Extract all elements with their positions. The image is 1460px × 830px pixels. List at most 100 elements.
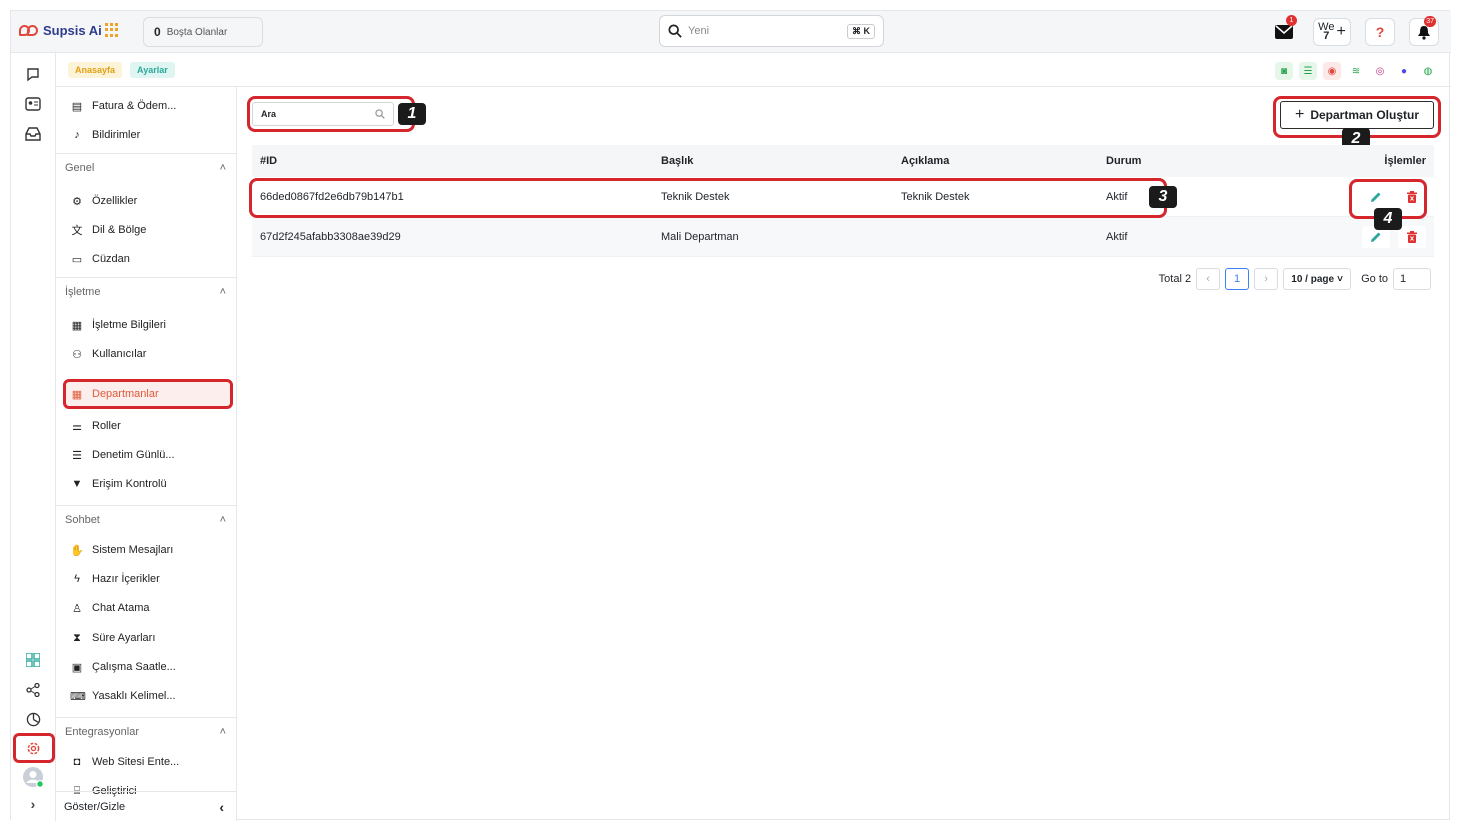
bot-icon[interactable]: ◙ [1275, 62, 1293, 80]
help-button[interactable]: ? [1365, 18, 1395, 46]
sidebar-item-label: Özellikler [92, 195, 138, 207]
wallet-icon: ▭ [71, 253, 83, 266]
bell-icon: ♪ [74, 129, 80, 141]
sidebar-item-audit-log[interactable]: ☰ Denetim Günlü... [64, 442, 232, 468]
keyboard-icon: ⌨ [70, 690, 86, 703]
whatsapp-icon[interactable]: ◍ [1419, 62, 1437, 80]
sidebar-item-notifications[interactable]: ♪ Bildirimler [64, 122, 232, 148]
group-chat[interactable]: Sohbet ˄ [56, 505, 236, 533]
expand-rail-icon[interactable]: › [22, 793, 44, 815]
next-page-button[interactable]: › [1254, 268, 1279, 290]
hourglass-icon: ⧗ [73, 631, 81, 644]
sidebar-item-system-messages[interactable]: ✋ Sistem Mesajları [64, 537, 232, 563]
search-icon [668, 24, 682, 38]
wifi-icon[interactable]: ≋ [1347, 62, 1365, 80]
sidebar-toggle[interactable]: Göster/Gizle ‹ [56, 791, 236, 821]
person-icon: ♙ [72, 602, 82, 615]
settings-icon[interactable] [22, 737, 44, 759]
we-button[interactable]: We 7 + [1313, 18, 1351, 46]
sidebar-item-access-control[interactable]: ▼ Erişim Kontrolü [64, 471, 232, 497]
top-actions: 1 We 7 + ? 37 [1269, 15, 1439, 46]
translate-icon: 文 [71, 225, 83, 237]
sidebar-item-time-settings[interactable]: ⧗ Süre Ayarları [64, 625, 232, 651]
sidebar-item-wallet[interactable]: ▭ Cüzdan [64, 246, 232, 272]
prev-page-button[interactable]: ‹ [1196, 268, 1221, 290]
contact-card-icon[interactable] [22, 93, 44, 115]
chevron-up-icon: ˄ [219, 161, 226, 174]
chat-icon[interactable] [22, 63, 44, 85]
mail-icon [1275, 25, 1293, 39]
sidebar-item-users[interactable]: ⚇ Kullanıcılar [64, 341, 232, 367]
app-logo[interactable]: Supsis Ai [19, 23, 102, 38]
group-title: İşletme [65, 285, 101, 298]
settings-sidebar: ▤ Fatura & Ödem... ♪ Bildirimler Genel ˄ ⚙ Ö… [56, 87, 237, 821]
group-title: Entegrasyonlar [65, 725, 139, 738]
sidebar-item-language[interactable]: 文 Dil & Bölge [64, 217, 232, 243]
sidebar-item-features[interactable]: ⚙ Özellikler [64, 188, 232, 214]
share-icon[interactable] [22, 679, 44, 701]
list-channel-icon[interactable]: ☰ [1299, 62, 1317, 80]
delete-button[interactable] [1398, 226, 1426, 248]
group-business[interactable]: İşletme ˄ [56, 277, 236, 305]
sidebar-item-banned-words[interactable]: ⌨ Yasaklı Kelimel... [64, 683, 232, 709]
page-size-value: 10 / page [1291, 273, 1335, 285]
invoice-icon: ▤ [71, 100, 83, 113]
notifications-button[interactable]: 37 [1409, 16, 1439, 46]
roles-icon: ⚌ [72, 420, 82, 433]
sidebar-item-label: Çalışma Saatle... [92, 661, 176, 673]
sidebar-item-chat-assignment[interactable]: ♙ Chat Atama [64, 595, 232, 621]
sidebar-item-canned-content[interactable]: ϟ Hazır İçerikler [64, 566, 232, 592]
goto-input[interactable]: 1 [1393, 268, 1431, 290]
idle-agents-box[interactable]: 0 Boşta Olanlar [143, 17, 263, 47]
sidebar-item-label: Hazır İçerikler [92, 573, 160, 585]
col-actions: İşlemler [1384, 155, 1426, 167]
messenger-icon[interactable]: ● [1395, 62, 1413, 80]
dashboard-icon[interactable] [22, 649, 44, 671]
app-window: Supsis Ai 0 Boşta Olanlar Yeni ⌘ K 1 We 7… [10, 10, 1451, 821]
inbox-icon[interactable] [22, 123, 44, 145]
breadcrumb-home[interactable]: Anasayfa [68, 61, 123, 78]
sidebar-item-working-hours[interactable]: ▣ Çalışma Saatle... [64, 654, 232, 680]
wave-icon: ✋ [70, 544, 84, 557]
mail-badge: 1 [1286, 15, 1297, 26]
sidebar-item-label: Süre Ayarları [92, 632, 156, 644]
avatar[interactable] [22, 766, 44, 788]
breadcrumb-settings[interactable]: Ayarlar [130, 61, 175, 78]
reports-icon[interactable] [22, 708, 44, 730]
shortcut-hint: ⌘ K [847, 23, 875, 39]
search-highlight [247, 96, 415, 132]
mail-button[interactable]: 1 [1269, 15, 1299, 46]
sidebar-item-label: Chat Atama [92, 602, 150, 614]
chevron-up-icon: ˄ [219, 513, 226, 526]
users-icon: ⚇ [72, 348, 82, 361]
sidebar-item-billing[interactable]: ▤ Fatura & Ödem... [64, 93, 232, 119]
building-icon: ▦ [71, 319, 83, 332]
gear-icon: ⚙ [72, 195, 82, 208]
apps-grid-icon[interactable] [105, 23, 119, 37]
table-header: #ID Başlık Açıklama Durum İşlemler [252, 145, 1434, 177]
page-1-button[interactable]: 1 [1225, 268, 1250, 290]
sidebar-item-business-info[interactable]: ▦ İşletme Bilgileri [64, 312, 232, 338]
group-general[interactable]: Genel ˄ [56, 153, 236, 181]
col-id: #ID [260, 155, 278, 167]
departments-highlight [63, 379, 233, 409]
sidebar-item-label: Denetim Günlü... [92, 449, 175, 461]
sidebar-item-label: Bildirimler [92, 129, 141, 141]
group-integrations[interactable]: Entegrasyonlar ˄ [56, 717, 236, 745]
global-search[interactable]: Yeni ⌘ K [659, 15, 884, 47]
sidebar-item-roles[interactable]: ⚌ Roller [64, 413, 232, 439]
sidebar-item-website-integration[interactable]: ◘ Web Sitesi Ente... [64, 749, 232, 775]
sidebar-item-label: Kullanıcılar [92, 348, 147, 360]
channel-icons: ◙ ☰ ◉ ≋ ◎ ● ◍ [1275, 62, 1437, 80]
col-title: Başlık [661, 155, 694, 167]
top-bar: Supsis Ai 0 Boşta Olanlar Yeni ⌘ K 1 We 7… [11, 11, 1451, 53]
sidebar-item-label: İşletme Bilgileri [92, 319, 166, 331]
group-title: Genel [65, 161, 95, 174]
row-id: 67d2f245afabb3308ae39d29 [260, 230, 401, 243]
page-size-select[interactable]: 10 / page ˅ [1283, 268, 1352, 290]
code-box-icon: ◘ [73, 756, 81, 768]
instagram-icon[interactable]: ◎ [1371, 62, 1389, 80]
sidebar-item-label: Erişim Kontrolü [92, 478, 167, 490]
global-search-placeholder: Yeni [688, 25, 710, 37]
voice-icon[interactable]: ◉ [1323, 62, 1341, 80]
